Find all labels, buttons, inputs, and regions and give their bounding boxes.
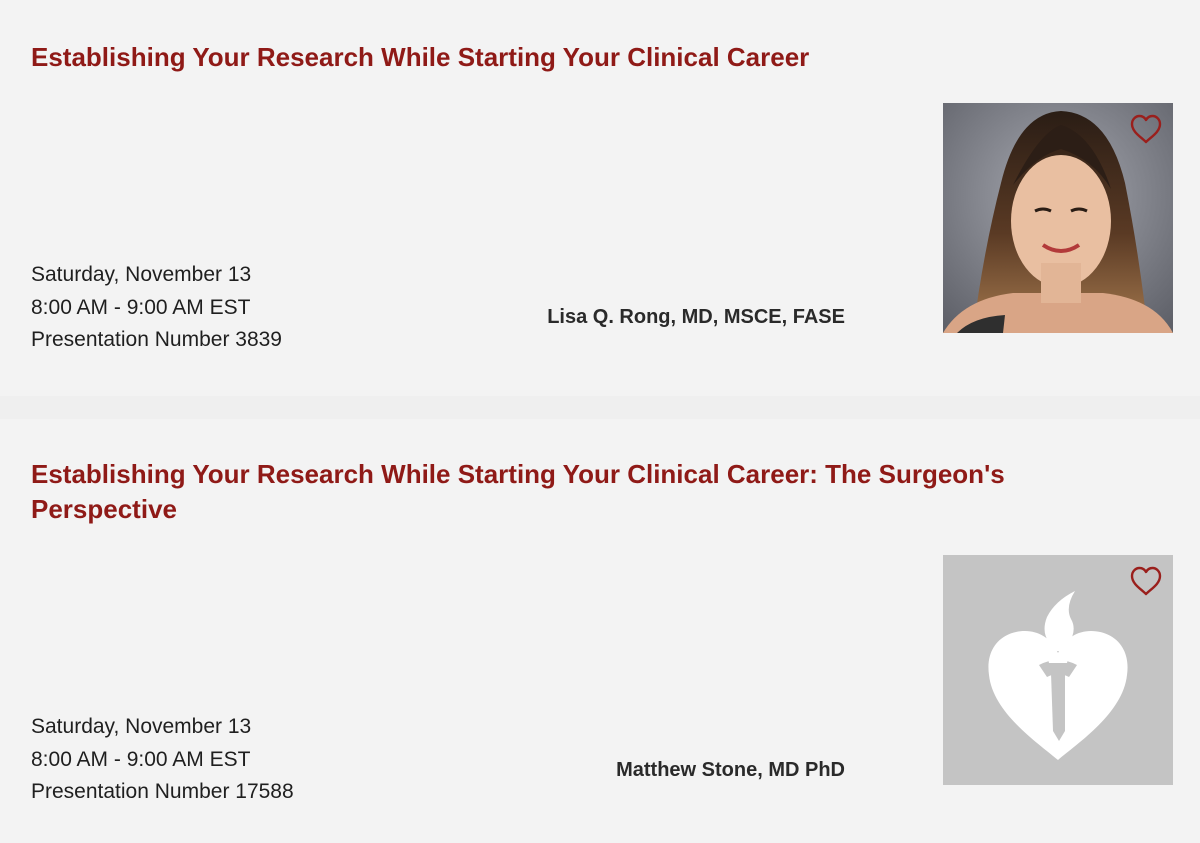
presentation-number: Presentation Number 17588 bbox=[31, 780, 294, 803]
session-card: Establishing Your Research While Startin… bbox=[0, 0, 1200, 396]
speaker-photo[interactable] bbox=[943, 103, 1173, 333]
speaker-photo[interactable] bbox=[943, 555, 1173, 785]
session-time: 8:00 AM - 9:00 AM EST bbox=[31, 747, 251, 771]
session-title[interactable]: Establishing Your Research While Startin… bbox=[31, 457, 1151, 527]
speaker-name[interactable]: Matthew Stone, MD PhD bbox=[616, 759, 845, 782]
heart-outline-icon[interactable] bbox=[1129, 565, 1163, 597]
session-meta: Saturday, November 13 8:00 AM - 9:00 AM … bbox=[31, 259, 282, 357]
session-date: Saturday, November 13 bbox=[31, 715, 252, 738]
session-date: Saturday, November 13 bbox=[31, 263, 252, 286]
session-card: Establishing Your Research While Startin… bbox=[0, 419, 1200, 843]
session-time: 8:00 AM - 9:00 AM EST bbox=[31, 295, 251, 319]
presentation-number: Presentation Number 3839 bbox=[31, 328, 282, 351]
speaker-name[interactable]: Lisa Q. Rong, MD, MSCE, FASE bbox=[547, 306, 845, 329]
session-meta: Saturday, November 13 8:00 AM - 9:00 AM … bbox=[31, 711, 294, 809]
heart-outline-icon[interactable] bbox=[1129, 113, 1163, 145]
session-title[interactable]: Establishing Your Research While Startin… bbox=[31, 40, 1151, 75]
